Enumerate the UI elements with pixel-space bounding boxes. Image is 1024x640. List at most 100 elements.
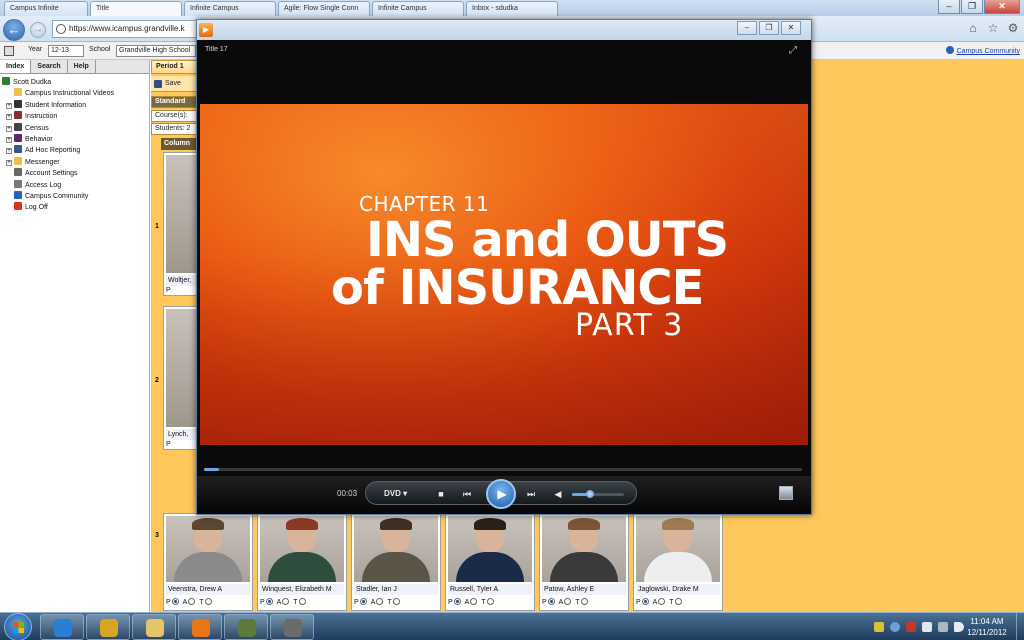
taskbar-internet-explorer-button[interactable] [40,614,84,640]
attendance-tardy-radio[interactable] [204,598,212,605]
browser-tab[interactable]: Infinite Campus [372,1,464,16]
seek-bar[interactable] [204,468,802,471]
network-status-icon[interactable] [890,622,900,632]
sidebar-item[interactable]: Campus Instructional Videos [2,88,147,99]
school-select[interactable]: Grandville High School [116,45,196,57]
home-icon[interactable]: ⌂ [966,21,980,35]
attendance-absent-radio[interactable] [470,598,478,605]
taskbar-app-5-button[interactable] [224,614,268,640]
attendance-present-radio[interactable]: P [166,286,171,295]
student-card[interactable]: Woltjer, P [163,152,197,296]
forward-button[interactable]: → [30,22,46,38]
attendance-tardy-radio[interactable] [392,598,400,605]
menu-toggle-icon[interactable] [4,46,14,56]
attendance-absent-radio[interactable] [564,598,572,605]
display-icon[interactable] [922,622,932,632]
attendance-tardy-radio[interactable] [580,598,588,605]
player-maximize-button[interactable]: ❐ [759,21,779,35]
security-shield-icon[interactable] [874,622,884,632]
student-card[interactable]: Lynch, P [163,306,197,450]
student-card[interactable]: Jaglowski, Drake M P A T [633,513,723,611]
expand-toggle-icon[interactable]: + [6,136,12,143]
player-minimize-button[interactable]: – [737,21,757,35]
save-button[interactable]: Save [151,76,197,92]
expand-toggle-icon[interactable]: + [6,148,12,155]
attendance-present-radio[interactable] [641,598,649,605]
sidebar-item[interactable]: + Student Information [2,99,147,111]
expand-toggle-icon[interactable]: + [6,114,12,121]
attendance-absent-radio[interactable] [658,598,666,605]
volume-slider[interactable] [572,490,624,498]
student-card[interactable]: Russell, Tyler A P A T [445,513,535,611]
sidebar-item[interactable]: Access Log [2,179,147,191]
student-card[interactable]: Winquest, Elizabeth M P A T [257,513,347,611]
attendance-tardy-radio[interactable] [486,598,494,605]
system-clock[interactable]: 11:04 AM 12/11/2012 [962,616,1012,638]
previous-icon[interactable]: ⏮ [458,488,476,500]
player-close-button[interactable]: ✕ [781,21,801,35]
year-select[interactable]: 12-13 [48,45,84,57]
network-icon[interactable] [938,622,948,632]
browser-tab[interactable]: Title [90,1,182,16]
attendance-present-radio[interactable]: P [166,440,171,449]
attendance-present-radio[interactable] [171,598,179,605]
tab-search[interactable]: Search [31,60,68,73]
action-center-icon[interactable] [906,622,916,632]
sidebar-item[interactable]: Account Settings [2,168,147,179]
expand-toggle-icon[interactable]: + [6,159,12,166]
sidebar-item[interactable]: Log Off [2,202,147,213]
back-button[interactable]: ← [3,19,25,41]
taskbar-media-player-button[interactable] [178,614,222,640]
attendance-absent-radio[interactable] [282,598,290,605]
tab-index[interactable]: Index [0,60,32,73]
fullscreen-icon[interactable]: ⤢ [789,46,801,56]
attendance-present-radio[interactable] [453,598,461,605]
taskbar-chrome-button[interactable] [86,614,130,640]
campus-community-link[interactable]: Campus Community [945,46,1020,55]
maximize-button[interactable]: ❐ [961,0,983,14]
dvd-menu-button[interactable]: DVD ▾ [384,488,407,500]
sidebar-item[interactable]: Campus Community [2,190,147,202]
student-card[interactable]: Patow, Ashley E P A T [539,513,629,611]
sidebar-item[interactable]: + Messenger [2,156,147,168]
address-bar[interactable]: https://www.icampus.grandville.k [52,20,200,38]
attendance-tardy-radio[interactable] [674,598,682,605]
attendance-tardy-radio[interactable] [298,598,306,605]
close-button[interactable]: ✕ [984,0,1020,14]
sidebar-item[interactable]: Scott Dudka [2,77,147,88]
tools-gear-icon[interactable]: ⚙ [1006,21,1020,35]
browser-tab[interactable]: Campus Infinite [4,1,88,16]
volume-knob[interactable] [586,490,595,498]
tab-period-1[interactable]: Period 1 [151,60,197,74]
sidebar-item[interactable]: + Ad Hoc Reporting [2,145,147,156]
stop-icon[interactable]: ■ [436,488,446,500]
expand-toggle-icon[interactable]: + [6,102,12,109]
minimize-button[interactable]: – [938,0,960,14]
start-button[interactable] [4,613,32,640]
taskbar-app-6-button[interactable] [270,614,314,640]
taskbar-file-explorer-button[interactable] [132,614,176,640]
sidebar-item[interactable]: + Census [2,122,147,134]
student-card[interactable]: Stadler, Ian J P A T [351,513,441,611]
favorites-star-icon[interactable]: ☆ [986,21,1000,35]
expand-toggle-icon[interactable]: + [6,125,12,132]
browser-tab[interactable]: Agile: Flow Single Conn [278,1,370,16]
volume-icon[interactable]: ◀ [552,488,564,500]
tab-help[interactable]: Help [68,60,96,73]
play-icon[interactable]: ▶ [486,479,516,509]
browser-tab[interactable]: Inbox - sdudka [466,1,558,16]
player-titlebar[interactable]: ▶ – ❐ ✕ [197,20,811,40]
next-icon[interactable]: ⏭ [522,488,540,500]
video-frame[interactable]: CHAPTER 11 INS and OUTS of INSURANCE PAR… [200,104,808,445]
attendance-absent-radio[interactable] [188,598,196,605]
student-card[interactable]: Veenstra, Drew A P A T [163,513,253,611]
sidebar-item[interactable]: + Instruction [2,111,147,122]
attendance-present-radio[interactable] [359,598,367,605]
attendance-present-radio[interactable] [547,598,555,605]
browser-tab[interactable]: Infinite Campus [184,1,276,16]
show-desktop-button[interactable] [1016,613,1024,640]
attendance-present-radio[interactable] [265,598,273,605]
switch-to-library-icon[interactable] [779,486,793,500]
sidebar-item[interactable]: + Behavior [2,133,147,145]
attendance-absent-radio[interactable] [376,598,384,605]
